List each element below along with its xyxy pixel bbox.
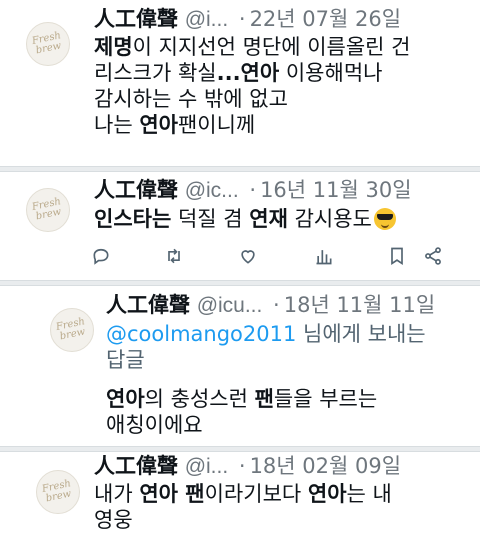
avatar[interactable]: Fresh brew — [50, 308, 94, 352]
text-run: 내가 — [94, 482, 140, 506]
text-run: 들을 부르는 — [273, 387, 378, 411]
text-run: 리스크가 확실 — [94, 61, 217, 85]
avatar[interactable]: Fresh brew — [26, 188, 70, 232]
tweet-text-line: 애칭이에요 — [106, 412, 377, 438]
bold-text: 인스타는 — [94, 207, 172, 231]
text-run: 이용해먹나 — [279, 61, 383, 85]
tweet-text-line: 인스타는 덕질 겸 연재 감시용도 — [94, 206, 396, 232]
tweet-3[interactable]: Fresh brew 人工偉聲 @icu... · 18년 11월 11일 @co… — [0, 286, 480, 448]
bold-text: 연아 — [139, 113, 178, 137]
text-run: 영웅 — [94, 508, 133, 532]
tweet-text-line: 영웅 — [94, 507, 392, 533]
avatar[interactable]: Fresh brew — [26, 22, 70, 66]
tweet-text: 연아의 충성스런 팬들을 부르는 애칭이에요 — [106, 386, 377, 438]
tweet-text-line: 리스크가 확실...연아 이용해먹나 — [94, 60, 411, 86]
reply-icon[interactable] — [90, 245, 112, 267]
views-icon[interactable] — [313, 245, 335, 267]
mention-link[interactable]: @coolmango2011 — [106, 322, 296, 346]
text-run: 애칭이에요 — [106, 413, 203, 437]
author-handle[interactable]: @i... — [185, 455, 229, 478]
text-run: 이라기보다 — [204, 482, 308, 506]
retweet-icon[interactable] — [163, 245, 185, 267]
separator-dot: · — [249, 178, 257, 202]
author-handle[interactable]: @ic... — [185, 179, 239, 202]
bold-text: 연아 — [307, 482, 347, 506]
author-handle[interactable]: @i... — [185, 8, 229, 31]
author-name[interactable]: 人工偉聲 — [94, 454, 178, 478]
tweet-date[interactable]: 22년 07월 26일 — [250, 7, 401, 31]
tweet-text: 인스타는 덕질 겸 연재 감시용도 — [94, 206, 396, 232]
bold-text: 연아 팬 — [139, 482, 205, 506]
text-run: 팬이니께 — [177, 113, 256, 137]
author-name[interactable]: 人工偉聲 — [106, 293, 190, 317]
avatar-logo-text: Fresh brew — [55, 316, 87, 343]
avatar-logo-text: Fresh brew — [31, 30, 63, 57]
author-name[interactable]: 人工偉聲 — [94, 7, 178, 31]
bold-text: 제명 — [94, 35, 133, 59]
tweet-text-line: 감시하는 수 밖에 없고 — [94, 86, 411, 112]
separator-dot: · — [273, 293, 280, 317]
tweet-1[interactable]: Fresh brew 人工偉聲 @i... · 22년 07월 26일 제명이 지… — [0, 0, 480, 166]
tweet-actions — [0, 245, 480, 269]
separator-dot: · — [238, 7, 246, 31]
separator-dot: · — [238, 454, 246, 478]
tweet-text: 내가 연아 팬이라기보다 연아는 내 영웅 — [94, 481, 392, 533]
sunglasses-emoji-icon — [373, 208, 396, 230]
avatar[interactable]: Fresh brew — [36, 470, 80, 514]
tweet-4[interactable]: Fresh brew 人工偉聲 @i... · 18년 02월 09일 내가 연아… — [0, 452, 480, 545]
bookmark-icon[interactable] — [386, 245, 408, 267]
like-icon[interactable] — [237, 245, 259, 267]
tweet-date[interactable]: 16년 11월 30일 — [260, 178, 411, 202]
text-run: 이 지지선언 명단에 이름올린 건 — [132, 35, 411, 59]
bold-text: 연재 — [249, 207, 288, 231]
avatar-logo-text: Fresh brew — [41, 478, 73, 505]
bold-text: 연아 — [106, 387, 145, 411]
tweet-text-line: 연아의 충성스런 팬들을 부르는 — [106, 386, 377, 412]
text-run: 는 내 — [346, 482, 392, 506]
tweet-text: 제명이 지지선언 명단에 이름올린 건 리스크가 확실...연아 이용해먹나 감시하… — [94, 34, 411, 138]
text-run: 의 충성스런 — [144, 387, 255, 411]
text-run: 나는 — [94, 113, 140, 137]
tweet-date[interactable]: 18년 02월 09일 — [250, 454, 401, 478]
share-icon[interactable] — [422, 245, 444, 267]
text-run: 감시용도 — [287, 207, 372, 231]
author-handle[interactable]: @icu... — [197, 294, 263, 317]
avatar-logo-text: Fresh brew — [31, 196, 63, 223]
author-name[interactable]: 人工偉聲 — [94, 178, 178, 202]
tweet-2[interactable]: Fresh brew 人工偉聲 @ic... · 16년 11월 30일 인스타는… — [0, 172, 480, 280]
tweet-text-line: 내가 연아 팬이라기보다 연아는 내 — [94, 481, 392, 507]
tweet-text-line: 나는 연아팬이니께 — [94, 112, 411, 138]
tweet-text-line: 제명이 지지선언 명단에 이름올린 건 — [94, 34, 411, 60]
reply-context-text: 님에게 보내는 — [296, 322, 426, 346]
reply-context-text-2: 답글 — [106, 348, 145, 372]
reply-context: @coolmango2011 님에게 보내는 답글 — [106, 321, 426, 373]
bold-text: 팬 — [254, 387, 274, 411]
text-run: 덕질 겸 — [171, 207, 250, 231]
bold-text: ...연아 — [216, 61, 280, 85]
text-run: 감시하는 수 밖에 없고 — [94, 87, 288, 111]
tweet-date[interactable]: 18년 11월 11일 — [284, 293, 435, 317]
